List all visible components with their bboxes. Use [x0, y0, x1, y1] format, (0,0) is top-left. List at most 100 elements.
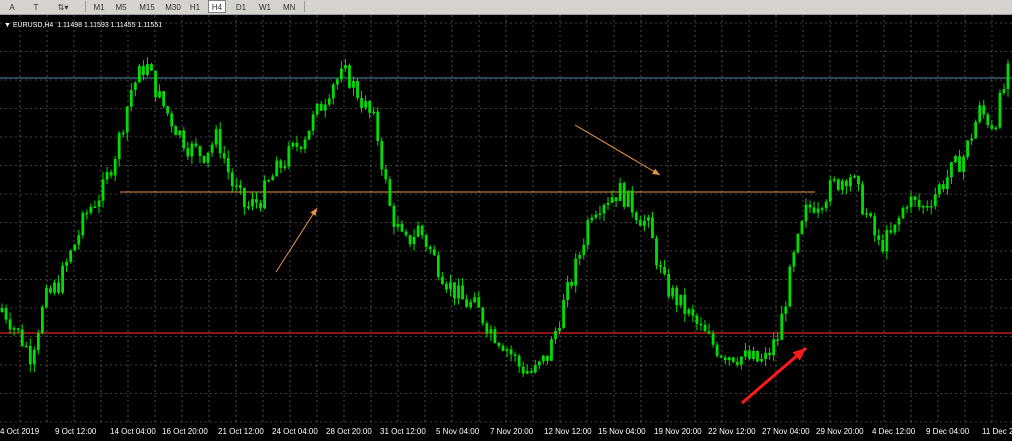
candle-body [748, 350, 751, 359]
candle-body [481, 307, 485, 324]
candle-body [958, 156, 961, 172]
candle-body [428, 246, 432, 250]
candle-body [77, 235, 81, 245]
time-axis-label: 28 Oct 20:00 [326, 427, 372, 436]
candle-body [323, 104, 327, 111]
candle-body [711, 333, 715, 345]
candle-body [170, 113, 174, 127]
candle-body [699, 323, 703, 326]
time-axis-label: 9 Dec 04:00 [926, 427, 970, 436]
candle-body [768, 352, 772, 356]
timeframe-m5-button[interactable]: M5 [112, 0, 130, 13]
candle-body [679, 294, 683, 306]
arrows-tool-button[interactable]: ⇅▾ [52, 0, 74, 13]
time-axis-label: 15 Nov 04:00 [598, 427, 646, 436]
collapse-triangle-icon[interactable]: ▼ [4, 22, 13, 29]
candle-body [214, 129, 218, 145]
candle-body [865, 213, 868, 215]
candle-body [142, 65, 145, 75]
candle-body [368, 101, 372, 113]
candle-body [251, 199, 254, 207]
candle-body [606, 202, 610, 206]
timeframe-m30-button[interactable]: M30 [162, 0, 184, 13]
price-chart[interactable] [0, 15, 1012, 425]
candle-body [594, 214, 598, 218]
candle-body [812, 207, 816, 213]
candle-body [113, 159, 117, 176]
candle-body [16, 328, 20, 330]
candle-body [990, 125, 994, 129]
candle-body [776, 339, 780, 341]
candle-body [186, 148, 190, 157]
toolbar-separator [85, 1, 86, 12]
candle-body [537, 361, 541, 366]
timeframe-mn-button[interactable]: MN [280, 0, 298, 13]
timeframe-w1-button[interactable]: W1 [256, 0, 274, 13]
candle-body [614, 197, 618, 201]
chart-canvas[interactable] [0, 15, 1012, 425]
candle-body [929, 206, 933, 208]
chart-toolbar: A T ⇅▾ M1 M5 M15 M30 H1 H4 D1 W1 MN [0, 0, 1012, 15]
candle-body [933, 194, 937, 207]
candle-body [424, 235, 428, 247]
candle-body [800, 221, 804, 234]
candle-body [598, 213, 602, 215]
candle-body [469, 302, 473, 308]
candle-body [784, 306, 788, 314]
candle-body [485, 323, 489, 334]
candle-body [247, 206, 250, 208]
candle-body [626, 190, 630, 207]
timeframe-h1-button[interactable]: H1 [186, 0, 204, 13]
candle-body [400, 223, 404, 232]
candle-body [125, 106, 129, 133]
text-tool-button[interactable]: A [4, 0, 20, 13]
candle-body [117, 133, 121, 160]
candle-body [941, 184, 945, 190]
timeframe-m1-button[interactable]: M1 [90, 0, 108, 13]
candle-body [970, 138, 974, 141]
candle-body [162, 91, 166, 107]
timeframe-m15-button[interactable]: M15 [136, 0, 158, 13]
time-axis-label: 31 Oct 12:00 [380, 427, 426, 436]
candle-body [550, 339, 553, 361]
candle-body [974, 121, 978, 139]
candle-body [440, 276, 444, 284]
candle-body [497, 343, 501, 346]
time-axis-label: 19 Nov 20:00 [654, 427, 702, 436]
candle-body [897, 218, 901, 225]
candle-body [966, 140, 969, 157]
candle-body [41, 307, 44, 334]
candle-body [707, 331, 711, 334]
candle-body [998, 92, 1002, 128]
candle-body [683, 294, 687, 314]
candle-body [311, 114, 315, 131]
timeframe-h4-button[interactable]: H4 [208, 0, 226, 13]
candle-body [796, 233, 800, 253]
candle-body [703, 324, 707, 332]
candle-body [129, 89, 133, 107]
time-axis: 4 Oct 2019 9 Oct 12:00 14 Oct 04:00 16 Oct … [0, 425, 1012, 441]
candle-body [8, 319, 12, 330]
candle-body [453, 282, 456, 299]
candle-body [392, 205, 396, 227]
candle-body [465, 299, 469, 308]
candle-body [792, 252, 796, 267]
candle-body [420, 225, 424, 236]
candle-body [477, 297, 481, 308]
candle-body [780, 313, 784, 340]
candle-body [764, 352, 767, 360]
candle-body [772, 339, 776, 356]
timeframe-d1-button[interactable]: D1 [232, 0, 250, 13]
candle-body [954, 156, 957, 163]
candle-body [295, 142, 299, 147]
candle-body [525, 371, 529, 374]
text-label-tool-button[interactable]: T [28, 0, 44, 13]
candle-body [348, 65, 351, 88]
candle-body [743, 350, 747, 357]
candle-body [849, 177, 852, 187]
ohlc-values: 1.11498 1.11593 1.11455 1.11551 [57, 22, 163, 29]
candle-body [404, 231, 408, 236]
support-touch-arrow-shaft [275, 207, 318, 273]
candle-body [857, 176, 860, 185]
resistance-touch-arrow-shaft [574, 124, 661, 176]
